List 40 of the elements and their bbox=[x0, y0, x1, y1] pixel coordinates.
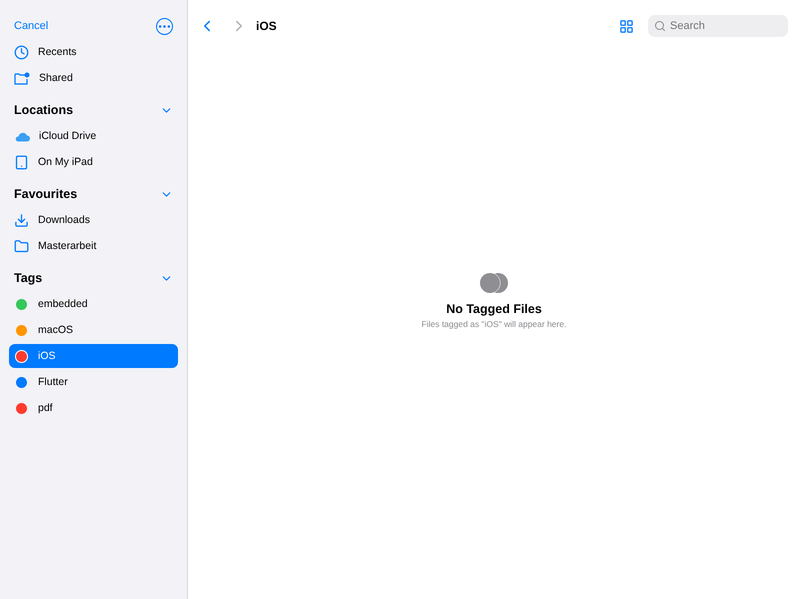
sidebar-item-label: Masterarbeit bbox=[38, 240, 96, 252]
sidebar-item[interactable]: Shared bbox=[9, 66, 178, 90]
tag-label: embedded bbox=[38, 298, 88, 310]
download-icon bbox=[14, 212, 29, 228]
search-icon bbox=[654, 20, 666, 32]
grid-view-icon[interactable] bbox=[619, 18, 634, 34]
sidebar-item[interactable]: Downloads bbox=[9, 208, 178, 232]
sidebar-item-label: Recents bbox=[38, 46, 77, 58]
search-field[interactable]: Search bbox=[648, 15, 788, 37]
tag-item[interactable]: macOS bbox=[9, 318, 178, 342]
tag-item[interactable]: pdf bbox=[9, 396, 178, 420]
folder-title: iOS bbox=[256, 19, 278, 33]
tag-item[interactable]: embedded bbox=[9, 292, 178, 316]
sidebar-item-label: On My iPad bbox=[38, 156, 93, 168]
tag-label: Flutter bbox=[38, 376, 68, 388]
sidebar-item-label: Shared bbox=[39, 72, 73, 84]
section-heading: Favourites bbox=[14, 187, 78, 201]
section-heading: Locations bbox=[14, 103, 74, 117]
sidebar-item[interactable]: On My iPad bbox=[9, 150, 178, 174]
section-heading: Tags bbox=[14, 271, 42, 285]
sidebar-item[interactable]: Recents bbox=[9, 40, 178, 64]
folder-icon bbox=[14, 238, 29, 254]
cancel-button[interactable]: Cancel bbox=[14, 20, 48, 32]
tag-item[interactable]: Flutter bbox=[9, 370, 178, 394]
empty-title: No Tagged Files bbox=[446, 302, 542, 316]
tags-icon bbox=[479, 272, 509, 294]
tablet-icon bbox=[14, 154, 29, 170]
empty-message: Files tagged as "iOS" will appear here. bbox=[422, 318, 566, 328]
tag-label: macOS bbox=[38, 324, 74, 336]
shared-folder-icon bbox=[14, 72, 30, 84]
clock-icon bbox=[14, 44, 29, 60]
cloud-icon bbox=[14, 130, 30, 142]
sidebar-item-label: iCloud Drive bbox=[39, 130, 96, 142]
sidebar-item[interactable]: iCloud Drive bbox=[9, 124, 178, 148]
tag-item[interactable]: iOS bbox=[9, 344, 178, 368]
sidebar-item-label: Downloads bbox=[38, 214, 90, 226]
sidebar-item[interactable]: Masterarbeit bbox=[9, 234, 178, 258]
tag-label: pdf bbox=[38, 402, 53, 414]
more-icon[interactable] bbox=[156, 18, 173, 34]
tag-label: iOS bbox=[38, 350, 56, 362]
